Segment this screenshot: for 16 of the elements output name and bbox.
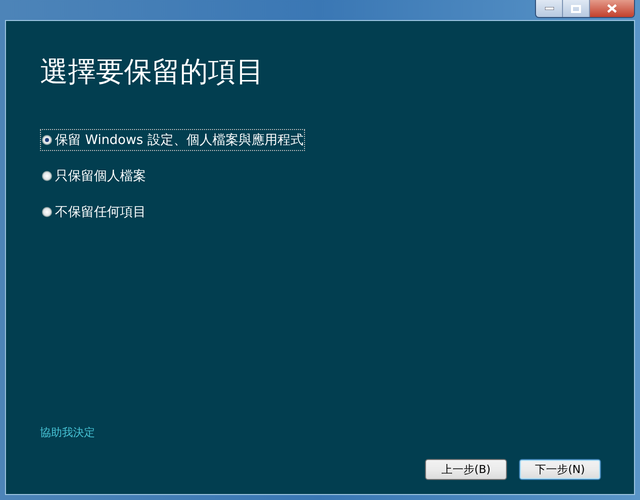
help-link[interactable]: 協助我決定 xyxy=(40,425,95,440)
radio-icon xyxy=(42,207,52,217)
maximize-icon xyxy=(571,4,581,12)
wizard-button[interactable]: 下一步(N) xyxy=(519,459,601,480)
close-icon xyxy=(607,4,617,13)
radio-option[interactable]: 保留 Windows 設定、個人檔案與應用程式 xyxy=(40,129,306,151)
radio-icon xyxy=(42,135,52,145)
close-button[interactable] xyxy=(590,0,634,17)
minimize-icon xyxy=(544,7,554,10)
wizard-button[interactable]: 上一步(B) xyxy=(425,459,507,480)
maximize-button[interactable] xyxy=(563,0,590,17)
radio-option[interactable]: 只保留個人檔案 xyxy=(40,165,148,187)
radio-option[interactable]: 不保留任何項目 xyxy=(40,201,148,223)
radio-icon xyxy=(42,171,52,181)
minimize-button[interactable] xyxy=(536,0,563,17)
page-heading: 選擇要保留的項目 xyxy=(40,54,265,90)
